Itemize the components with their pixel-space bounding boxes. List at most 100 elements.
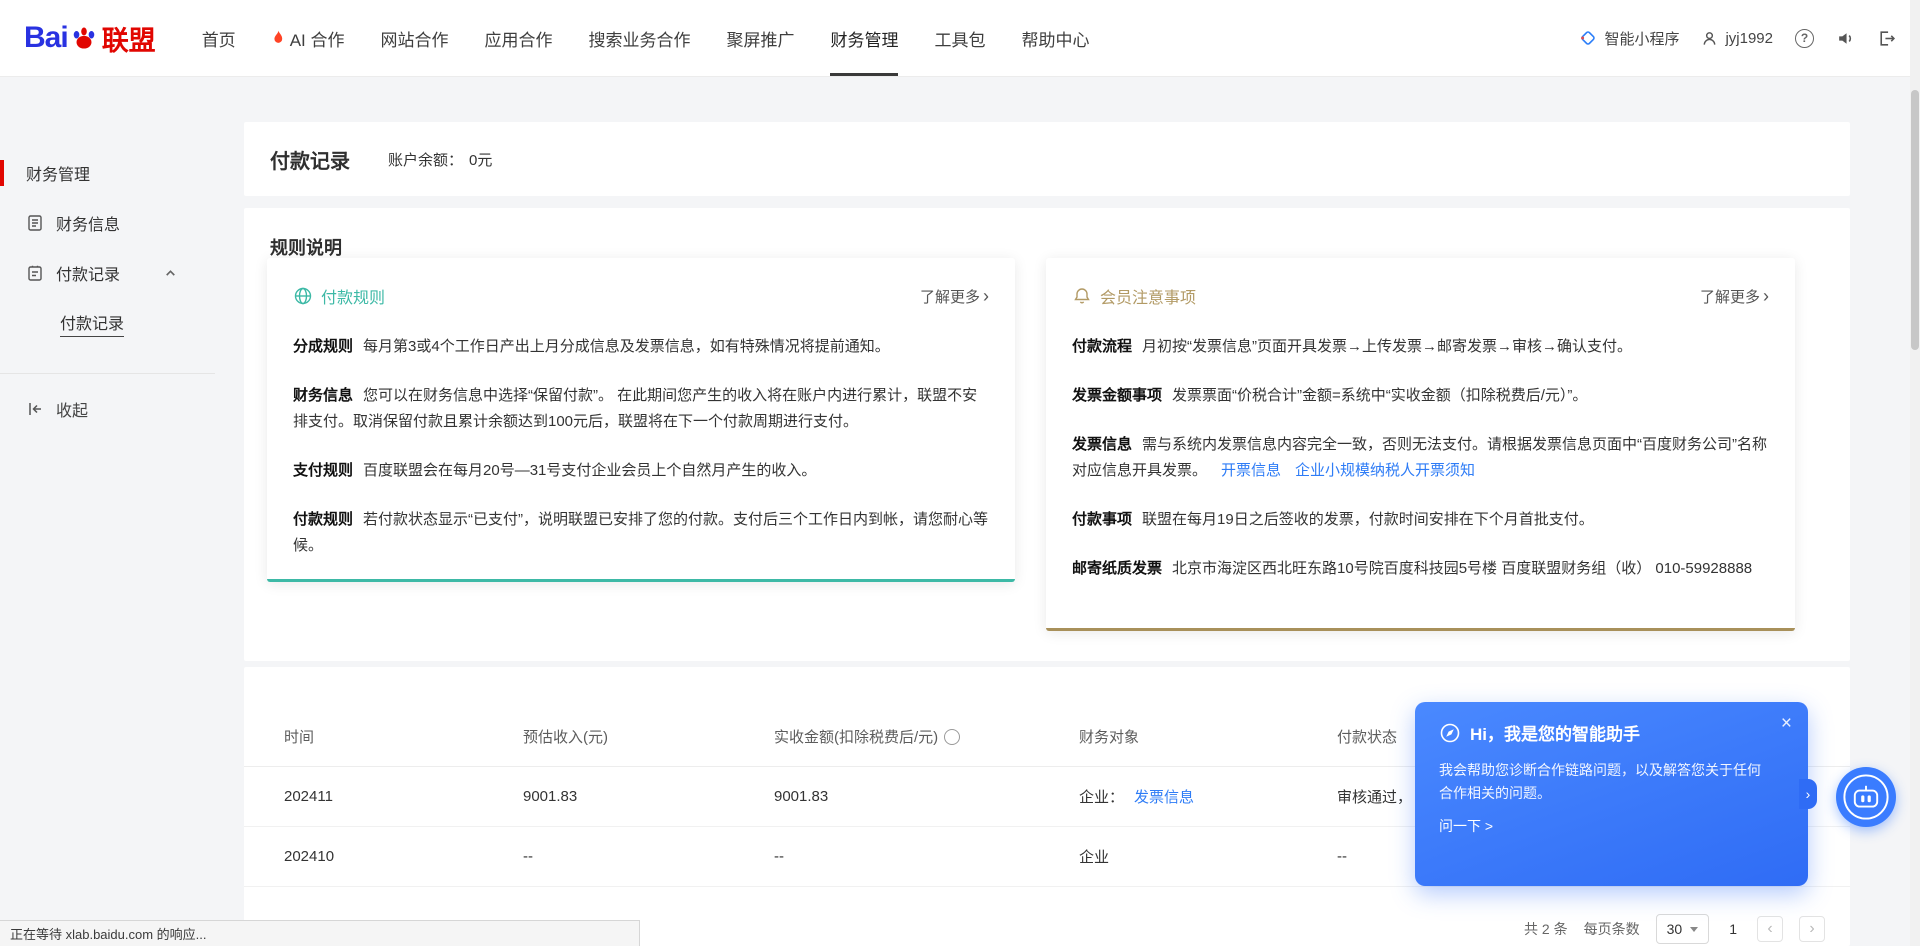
compass-icon (1439, 722, 1461, 744)
speaker-icon (1836, 29, 1855, 48)
payment-rules-body: 分成规则每月第3或4个工作日产出上月分成信息及发票信息，如有特殊情况将提前通知。… (267, 308, 1015, 559)
small-taxpayer-notice-link[interactable]: 企业小规模纳税人开票须知 (1295, 462, 1475, 479)
next-page-button[interactable]: › (1799, 916, 1825, 942)
question-mark-icon[interactable] (944, 729, 960, 745)
sound-button[interactable] (1836, 29, 1855, 48)
pagination-total: 共 2 条 (1524, 919, 1568, 939)
assistant-popup: Hi，我是您的智能助手 × 我会帮助您诊断合作链路问题，以及解答您关于任何合作相… (1415, 702, 1808, 886)
logout-button[interactable] (1877, 29, 1896, 48)
help-button[interactable]: ? (1795, 29, 1814, 48)
assistant-popup-header: Hi，我是您的智能助手 (1439, 720, 1782, 745)
logo-text-union: 联盟 (102, 19, 156, 58)
payment-rules-header: 付款规则 了解更多 › (267, 258, 1015, 308)
cell-estimated: 9001.83 (523, 788, 774, 805)
invoice-info-link[interactable]: 开票信息 (1221, 462, 1281, 479)
per-page-select[interactable]: 30 (1656, 914, 1710, 944)
nav-item-ai[interactable]: AI 合作 (272, 0, 345, 76)
member-notes-more-link[interactable]: 了解更多 › (1700, 286, 1769, 307)
nav-item-website[interactable]: 网站合作 (380, 0, 448, 76)
sidebar-item-finance-info[interactable]: 财务信息 (0, 198, 215, 248)
nav-right: 智能小程序 jyj1992 ? (1579, 28, 1896, 49)
status-text: 正在等待 xlab.baidu.com 的响应... (10, 924, 207, 943)
page-header-card: 付款记录 账户余额： 0元 (244, 122, 1850, 196)
nav-item-help-center[interactable]: 帮助中心 (1021, 0, 1089, 76)
help-icon: ? (1795, 29, 1814, 48)
cell-time: 202410 (284, 848, 523, 865)
logo-text-bai: Bai (24, 21, 68, 55)
ask-button[interactable]: 问一下 > (1439, 816, 1782, 836)
rules-section-title: 规则说明 (270, 234, 342, 260)
mini-program-icon (1579, 29, 1597, 47)
payment-rules-card: 付款规则 了解更多 › 分成规则每月第3或4个工作日产出上月分成信息及发票信息，… (267, 258, 1015, 582)
rule-item: 发票信息需与系统内发票信息内容完全一致，否则无法支付。请根据发票信息页面中“百度… (1072, 432, 1769, 484)
chevron-down-icon (1690, 927, 1698, 932)
payment-rules-more-link[interactable]: 了解更多 › (920, 286, 989, 307)
rule-item: 分成规则每月第3或4个工作日产出上月分成信息及发票信息，如有特殊情况将提前通知。 (293, 334, 989, 360)
main-nav: 首页 AI 合作 网站合作 应用合作 搜索业务合作 聚屏推广 财务管理 工具包 … (202, 0, 1090, 76)
scrollbar-thumb[interactable] (1911, 90, 1919, 350)
close-icon[interactable]: × (1781, 714, 1792, 733)
top-nav: Bai 联盟 首页 AI 合作 网站合作 应用合作 搜索业务合作 聚屏推广 财务… (0, 0, 1920, 76)
prev-page-button[interactable]: ‹ (1757, 916, 1783, 942)
cell-actual: -- (774, 848, 1079, 865)
rule-item: 财务信息您可以在财务信息中选择“保留付款”。 在此期间您产生的收入将在账户内进行… (293, 383, 989, 435)
cell-estimated: -- (523, 848, 774, 865)
chevron-up-icon (164, 267, 177, 280)
rule-item: 付款事项联盟在每月19日之后签收的发票，付款时间安排在下个月首批支付。 (1072, 507, 1769, 533)
nav-item-juping[interactable]: 聚屏推广 (726, 0, 794, 76)
sidebar-item-finance-management[interactable]: 财务管理 (0, 148, 215, 198)
col-header-estimated-income: 预估收入(元) (523, 726, 774, 747)
rule-item: 付款流程月初按“发票信息”页面开具发票→上传发票→邮寄发票→审核→确认支付。 (1072, 334, 1769, 360)
col-header-time: 时间 (284, 726, 523, 747)
user-account[interactable]: jyj1992 (1701, 30, 1773, 47)
sidebar-item-payment-records[interactable]: 付款记录 (0, 248, 215, 298)
paw-icon (70, 24, 98, 52)
nav-item-home[interactable]: 首页 (202, 0, 236, 76)
rule-item: 邮寄纸质发票北京市海淀区西北旺东路10号院百度科技园5号楼 百度联盟财务组（收）… (1072, 556, 1769, 582)
sidebar-collapse-button[interactable]: 收起 (0, 384, 215, 434)
nav-item-toolkit[interactable]: 工具包 (934, 0, 985, 76)
rule-item: 付款规则若付款状态显示“已支付”，说明联盟已安排了您的付款。支付后三个工作日内到… (293, 507, 989, 559)
cell-finance-target: 企业 (1079, 846, 1337, 867)
balance-label: 账户余额： (388, 149, 463, 170)
per-page-label: 每页条数 (1584, 919, 1640, 939)
payment-records-icon (26, 264, 44, 282)
user-icon (1701, 30, 1718, 47)
page-title: 付款记录 (270, 145, 350, 174)
chevron-right-icon: › (1806, 786, 1811, 802)
sidebar-divider (0, 373, 215, 374)
assistant-fab-button[interactable] (1836, 767, 1896, 827)
assistant-expand-tab[interactable]: › (1799, 779, 1817, 809)
chevron-right-icon: › (1763, 287, 1769, 305)
screen: Bai 联盟 首页 AI 合作 网站合作 应用合作 搜索业务合作 聚屏推广 财务… (0, 0, 1920, 946)
col-header-finance-target: 财务对象 (1079, 726, 1337, 747)
cell-finance-target: 企业： 发票信息 (1079, 786, 1337, 807)
scrollbar-track[interactable] (1910, 0, 1920, 946)
flame-icon (272, 30, 285, 46)
cell-time: 202411 (284, 788, 523, 805)
mini-program-entry[interactable]: 智能小程序 (1579, 28, 1679, 49)
assistant-title: Hi，我是您的智能助手 (1470, 720, 1640, 745)
chevron-right-icon: › (983, 287, 989, 305)
page-number[interactable]: 1 (1725, 921, 1741, 937)
robot-icon (1838, 769, 1894, 825)
rule-item: 支付规则百度联盟会在每月20号—31号支付企业会员上个自然月产生的收入。 (293, 458, 989, 484)
cell-actual: 9001.83 (774, 788, 1079, 805)
nav-item-app[interactable]: 应用合作 (484, 0, 552, 76)
member-notes-body: 付款流程月初按“发票信息”页面开具发票→上传发票→邮寄发票→审核→确认支付。 发… (1046, 308, 1795, 582)
sidebar-subitem-payment-records[interactable]: 付款记录 (0, 298, 215, 348)
finance-info-icon (26, 214, 44, 232)
col-header-actual-amount: 实收金额(扣除税费后/元) (774, 726, 1079, 747)
rule-item: 发票金额事项发票票面“价税合计”金额=系统中“实收金额（扣除税费后/元）”。 (1072, 383, 1769, 409)
logout-icon (1877, 29, 1896, 48)
balance-value: 0元 (469, 149, 492, 170)
member-notes-title: 会员注意事项 (1100, 284, 1196, 308)
invoice-info-table-link[interactable]: 发票信息 (1134, 786, 1194, 807)
pagination: 共 2 条 每页条数 30 1 ‹ › (1524, 912, 1825, 946)
globe-icon (293, 286, 313, 306)
rules-section: 规则说明 付款规则 了解更多 › 分成规则每月第3或4个工作日产出上月分成信息及… (244, 208, 1850, 661)
nav-item-finance[interactable]: 财务管理 (830, 0, 898, 76)
baidu-union-logo[interactable]: Bai 联盟 (24, 19, 156, 58)
payment-rules-title: 付款规则 (321, 284, 385, 308)
nav-item-search-business[interactable]: 搜索业务合作 (588, 0, 690, 76)
